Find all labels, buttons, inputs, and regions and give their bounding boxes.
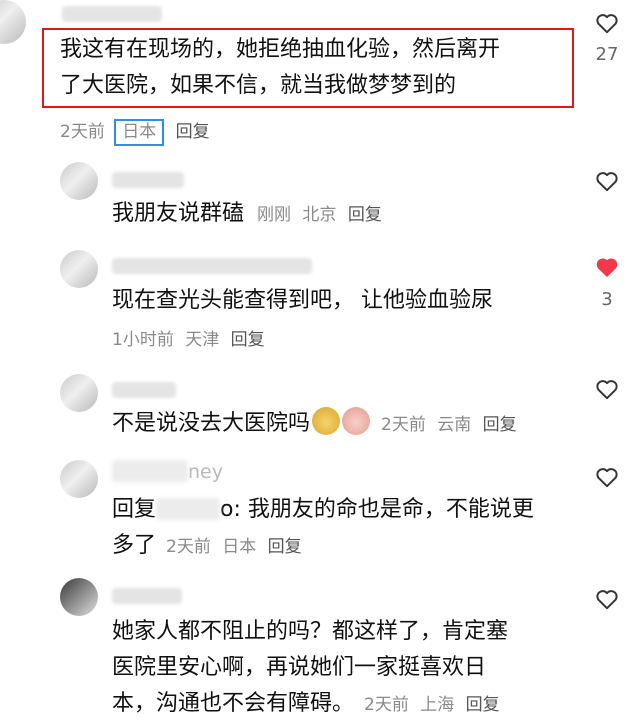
reply-button[interactable]: 回复 <box>176 122 210 142</box>
location-tag: 日本 <box>114 119 165 146</box>
username-blurred[interactable] <box>112 258 312 274</box>
timestamp: 2天前 <box>166 537 211 557</box>
avatar[interactable] <box>60 162 98 200</box>
username-blurred[interactable] <box>112 588 182 604</box>
timestamp: 刚刚 <box>257 205 292 225</box>
comment-text: 现在查光头能查得到吧， 让他验血验尿 <box>112 288 493 313</box>
comment-text-row: 不是说没去大医院吗 2天前 云南 回复 <box>112 406 523 443</box>
location-tag: 上海 <box>420 695 455 715</box>
dog-emoji <box>312 407 341 435</box>
username-blurred <box>112 460 188 482</box>
username-blurred[interactable] <box>112 382 176 398</box>
reply-button[interactable]: 回复 <box>466 695 500 715</box>
comment-text: 我这有在现场的，她拒绝抽血化验，然后离开 了大医院，如果不信，就当我做梦梦到的 <box>60 32 500 104</box>
comment-meta: 2天前 日本 回复 <box>166 537 308 557</box>
heart-filled-icon[interactable] <box>594 254 620 280</box>
comment-meta: 1小时前 天津 回复 <box>112 325 271 350</box>
comment-text-line: 我这有在现场的，她拒绝抽血化验，然后离开 <box>60 37 501 62</box>
comment-text-part: 多了 <box>112 533 157 558</box>
comment-text-line: 回复 o: 我朋友的命也是命，不能说更 <box>112 492 534 528</box>
username-blurred[interactable] <box>112 172 184 188</box>
like-count: 27 <box>595 44 619 65</box>
comment-meta: 2天前 云南 回复 <box>381 415 523 435</box>
comment-meta: 2天前 上海 回复 <box>364 695 506 715</box>
comment-text-line: 医院里安心啊，再说她们一家挺喜欢日 <box>112 655 487 680</box>
comment-text-part: 本，沟通也不会有障碍。 <box>112 691 355 716</box>
timestamp: 1小时前 <box>112 330 174 350</box>
comment-text: 不是说没去大医院吗 <box>112 411 311 436</box>
reply-button[interactable]: 回复 <box>231 330 265 350</box>
like-count: 3 <box>601 289 613 310</box>
avatar[interactable] <box>60 578 98 616</box>
avatar[interactable] <box>60 460 98 498</box>
heart-outline-icon[interactable] <box>594 376 620 402</box>
timestamp: 2天前 <box>60 122 105 142</box>
avatar[interactable] <box>60 250 98 288</box>
avatar[interactable] <box>60 374 98 412</box>
username-blurred[interactable] <box>62 6 162 22</box>
comment-text: 回复 o: 我朋友的命也是命，不能说更 多了 2天前 日本 回复 <box>112 492 534 565</box>
heart-outline-icon[interactable] <box>594 10 620 36</box>
username[interactable]: ney <box>112 460 223 483</box>
heart-outline-icon[interactable] <box>594 586 620 612</box>
location-tag: 日本 <box>222 537 257 557</box>
reply-button[interactable]: 回复 <box>483 415 517 435</box>
comment-text-line: 本，沟通也不会有障碍。 2天前 上海 回复 <box>112 686 508 723</box>
comment-text-line: 了大医院，如果不信，就当我做梦梦到的 <box>60 73 457 98</box>
reply-prefix: 回复 <box>112 497 157 522</box>
timestamp: 2天前 <box>364 695 409 715</box>
heart-outline-icon[interactable] <box>594 464 620 490</box>
username-text: ney <box>188 461 223 483</box>
comment-text-row: 我朋友说群磕 刚刚 北京 回复 <box>112 196 388 233</box>
comment-text-line: 她家人都不阻止的吗？都这样了，肯定塞 <box>112 619 509 644</box>
location-tag: 天津 <box>185 330 220 350</box>
pig-emoji <box>342 407 371 435</box>
comment-text: 我朋友说群磕 <box>112 201 245 226</box>
timestamp: 2天前 <box>381 415 426 435</box>
comment-text-line: 多了 2天前 日本 回复 <box>112 528 534 565</box>
comment-text: 她家人都不阻止的吗？都这样了，肯定塞 医院里安心啊，再说她们一家挺喜欢日 本，沟… <box>112 614 508 723</box>
heart-outline-icon[interactable] <box>594 168 620 194</box>
avatar[interactable] <box>0 0 26 44</box>
comment-meta: 2天前 日本 回复 <box>60 117 216 146</box>
location-tag: 北京 <box>302 205 337 225</box>
location-tag: 云南 <box>437 415 472 435</box>
reply-button[interactable]: 回复 <box>348 205 382 225</box>
comment-meta: 刚刚 北京 回复 <box>257 205 388 225</box>
mention-blurred <box>156 498 221 520</box>
reply-button[interactable]: 回复 <box>268 537 302 557</box>
comment-text-part: o: 我朋友的命也是命，不能说更 <box>220 497 534 522</box>
